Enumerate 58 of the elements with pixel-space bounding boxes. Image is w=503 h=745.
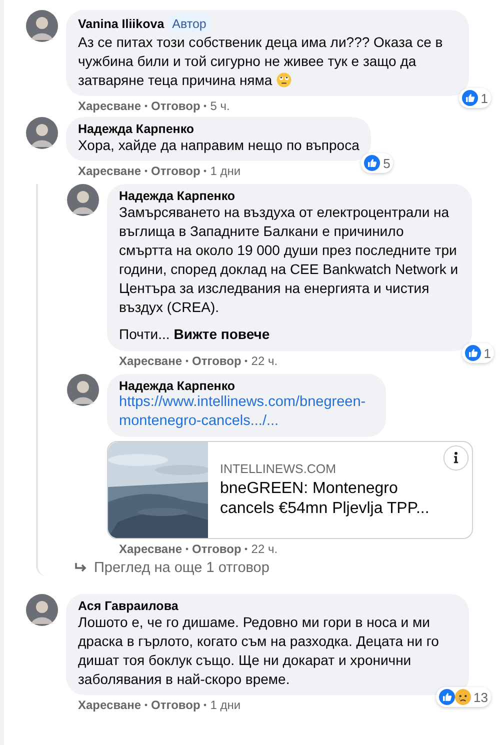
- comment-action-link[interactable]: Отговор: [151, 99, 200, 113]
- separator-dot: [144, 703, 148, 707]
- author-badge: Автор: [168, 15, 210, 33]
- author-name[interactable]: Vanina Iliikova: [78, 17, 164, 31]
- comment-action-link[interactable]: Отговор: [192, 542, 242, 556]
- comment-action-link[interactable]: Отговор: [192, 354, 242, 368]
- author-name[interactable]: Надежда Карпенко: [119, 379, 236, 393]
- author-name[interactable]: Надежда Карпенко: [119, 189, 236, 203]
- separator-dot: [203, 169, 208, 173]
- comment-action-link[interactable]: Харесване: [78, 164, 142, 178]
- like-icon: [464, 345, 481, 361]
- author-name[interactable]: Надежда Карпенко: [78, 122, 194, 136]
- comment-time[interactable]: 5 ч.: [210, 99, 230, 113]
- comment-action-link[interactable]: Харесване: [119, 354, 182, 368]
- comment-action-link[interactable]: Харесване: [119, 542, 182, 556]
- link-domain: INTELLINEWS.COM: [220, 462, 337, 476]
- separator-dot: [144, 169, 148, 173]
- avatar-icon[interactable]: [26, 594, 58, 626]
- reaction-count[interactable]: 5: [361, 153, 394, 173]
- crying-face-icon: [454, 689, 471, 705]
- separator-dot: [244, 359, 248, 363]
- separator-dot: [203, 703, 208, 707]
- comment-text: Замърсяването на въздуха от електроцентрали на въглища в Западните Балкани е причинило смъртта на около 19 000 души през последните три години, според доклад на CEE Bankwatch Network и Центъра за изследвания на енергията и чистия въздух (CREA).: [119, 203, 460, 317]
- separator-dot: [185, 359, 190, 363]
- url-link[interactable]: https://www.intellinews.com/bnegreen-montenegro-cancels.../...: [119, 393, 374, 431]
- avatar-icon[interactable]: [67, 184, 99, 216]
- comment-time[interactable]: 22 ч.: [251, 542, 278, 556]
- author-name[interactable]: Ася Гавраилова: [78, 599, 178, 613]
- comment-action-link[interactable]: Отговор: [151, 164, 200, 178]
- separator-dot: [144, 104, 148, 108]
- like-icon: [364, 155, 380, 171]
- avatar-icon[interactable]: [26, 117, 58, 149]
- comment-action-link[interactable]: Харесване: [78, 99, 142, 113]
- separator-dot: [244, 547, 248, 551]
- info-icon[interactable]: [443, 445, 469, 471]
- see-more-link[interactable]: Вижте повече: [174, 326, 270, 342]
- link-preview-card[interactable]: INTELLINEWS.COM bneGREEN: Montenegro cancels €54mn Pljevlja TPP...: [107, 441, 473, 539]
- comment-text: Хора, хайде да направим нещо по въпроса: [78, 136, 360, 155]
- comment-text: Аз се питах този собственик деца има ли??? Оказа се в чужбина били и той сигурно не живее тук е защо да затваряне теца причина няма: [78, 33, 444, 90]
- avatar-icon[interactable]: [26, 10, 58, 42]
- comment-action-link[interactable]: Отговор: [151, 698, 200, 712]
- truncated-text: Почти...: [119, 326, 170, 342]
- separator-dot: [185, 547, 190, 551]
- avatar-icon[interactable]: [67, 374, 99, 406]
- comment-time[interactable]: 1 дни: [210, 164, 241, 178]
- reaction-count[interactable]: 13: [436, 687, 491, 707]
- comment-text: Лошото е, че го дишаме. Редовно ми гори в носа и ми драска в гърлото, когато съм на разходка. Децата ни го дишат тоя боклук също. Ще ни докарат и хронични заболявания в най-скоро време.: [78, 613, 440, 689]
- reaction-count[interactable]: 1: [458, 88, 491, 108]
- like-icon: [462, 90, 478, 106]
- reaction-count[interactable]: 1: [462, 343, 494, 363]
- more-replies-link[interactable]: Преглед на още 1 отговор: [94, 560, 270, 576]
- separator-dot: [203, 104, 208, 108]
- link-title[interactable]: bneGREEN: Montenegro cancels €54mn Pljevlja TPP...: [220, 478, 435, 518]
- comment-time[interactable]: 1 дни: [210, 698, 241, 712]
- like-icon: [438, 689, 455, 705]
- comment-time[interactable]: 22 ч.: [251, 354, 278, 368]
- reply-arrow-icon: [74, 562, 88, 574]
- comment-action-link[interactable]: Харесване: [78, 698, 142, 712]
